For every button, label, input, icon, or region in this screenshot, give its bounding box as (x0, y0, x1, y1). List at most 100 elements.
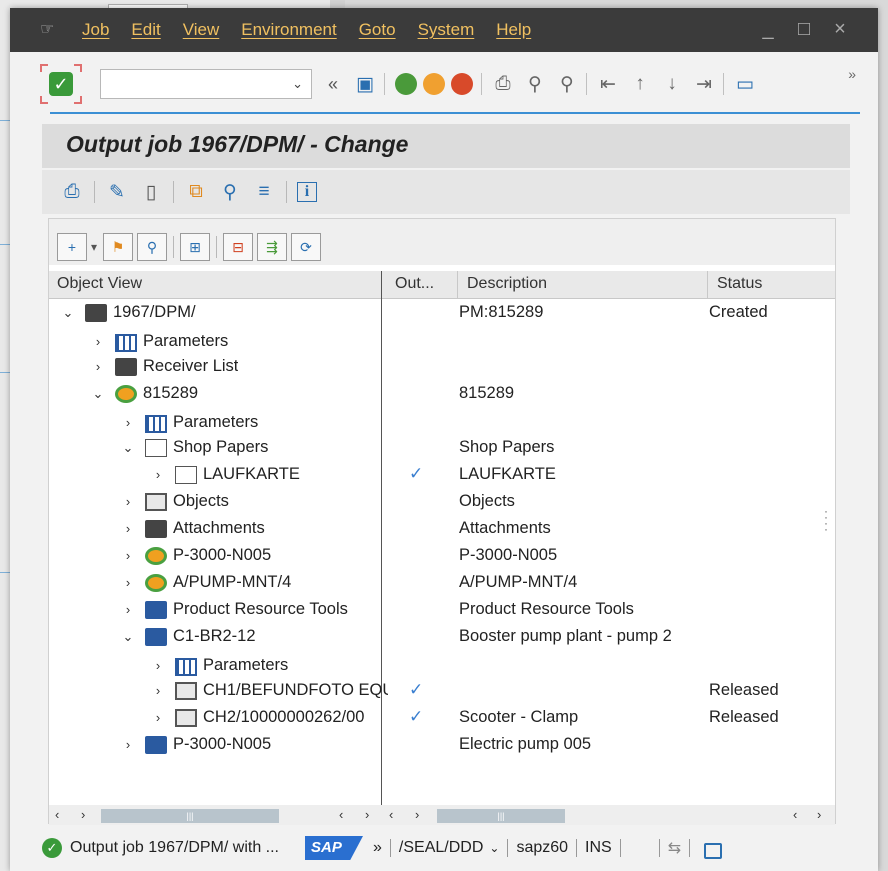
command-field[interactable]: ⌄ (100, 69, 312, 99)
node-label[interactable]: A/PUMP-MNT/4 (173, 573, 291, 592)
filter-icon[interactable]: ≡ (252, 181, 276, 203)
scroll-left-icon[interactable]: ‹ (389, 807, 393, 822)
tree-row[interactable]: › Parameters (49, 328, 835, 355)
print-icon[interactable]: ⎙ (492, 73, 514, 95)
copy-icon[interactable]: ⧉ (184, 181, 208, 203)
expand-icon[interactable]: › (121, 548, 135, 563)
expand-icon[interactable]: › (151, 710, 165, 725)
expand-icon[interactable]: › (151, 467, 165, 482)
save-icon[interactable]: ▣ (354, 73, 376, 96)
collapse-icon[interactable]: ⌄ (121, 629, 135, 645)
previous-page-icon[interactable]: ↑ (629, 73, 651, 95)
scroll-right-icon[interactable]: › (817, 807, 821, 822)
menu-system[interactable]: System (418, 20, 475, 40)
tree-row[interactable]: › Receiver List (49, 355, 835, 382)
column-status[interactable]: Status (717, 275, 762, 293)
enter-button[interactable]: ✓ (40, 64, 82, 104)
node-label[interactable]: CH1/BEFUNDFOTO EQUI (203, 681, 388, 700)
expand-icon[interactable]: › (91, 359, 105, 374)
tree-row[interactable]: › CH1/BEFUNDFOTO EQUI ✓ Released (49, 679, 835, 706)
scroll-thumb[interactable]: ||| (101, 809, 279, 823)
chevron-down-icon[interactable]: ⌄ (292, 76, 303, 92)
tree-row[interactable]: › Parameters (49, 409, 835, 436)
input-mode[interactable]: INS (585, 839, 612, 857)
menu-view[interactable]: View (183, 20, 220, 40)
status-more-button[interactable]: » (373, 839, 382, 857)
binoculars-icon[interactable]: ⚲ (218, 181, 242, 204)
zoom-icon[interactable]: ⚲ (137, 233, 168, 261)
scroll-thumb[interactable]: ||| (437, 809, 565, 823)
refresh-icon[interactable]: ⟳ (291, 233, 322, 261)
output-checkbox[interactable]: ✓ (409, 707, 423, 727)
node-label[interactable]: P-3000-N005 (173, 546, 271, 565)
resize-grip-icon[interactable]: · · · · (824, 505, 828, 535)
tree-row[interactable]: › Objects Objects (49, 490, 835, 517)
horizontal-scrollbar[interactable]: ‹ › ||| ‹ › ‹ › ||| ‹ › (49, 805, 835, 825)
node-label[interactable]: CH2/10000000262/00 (203, 708, 364, 727)
scroll-left-icon[interactable]: ‹ (793, 807, 797, 822)
print-icon[interactable]: ⎙ (60, 181, 84, 203)
lock-icon[interactable] (704, 843, 723, 859)
window-menu-icon[interactable]: ☞ (40, 22, 60, 38)
find-icon[interactable]: ⚲ (524, 73, 546, 96)
menu-environment[interactable]: Environment (241, 20, 336, 40)
column-object-view[interactable]: Object View (57, 275, 142, 293)
status-message[interactable]: Output job 1967/DPM/ with ... (70, 839, 279, 857)
column-description[interactable]: Description (467, 275, 547, 293)
back-icon[interactable] (395, 73, 417, 95)
tree-row[interactable]: ⌄ Shop Papers Shop Papers (49, 436, 835, 463)
tree-row[interactable]: › A/PUMP-MNT/4 A/PUMP-MNT/4 (49, 571, 835, 598)
expand-icon[interactable]: › (121, 415, 135, 430)
expand-icon[interactable]: › (121, 521, 135, 536)
node-label[interactable]: Product Resource Tools (173, 600, 348, 619)
output-checkbox[interactable]: ✓ (409, 464, 423, 484)
exit-icon[interactable] (423, 73, 445, 95)
expand-icon[interactable]: › (151, 683, 165, 698)
tree-row[interactable]: ⌄ C1-BR2-12 Booster pump plant - pump 2 (49, 625, 835, 652)
tree-row[interactable]: › Attachments Attachments (49, 517, 835, 544)
display-change-icon[interactable]: ✎ (105, 181, 129, 204)
expand-icon[interactable]: › (121, 494, 135, 509)
find-next-icon[interactable]: ⚲ (556, 73, 578, 96)
maximize-button[interactable]: □ (794, 18, 814, 41)
node-label[interactable]: Shop Papers (173, 438, 268, 457)
expand-all-icon[interactable]: ⊞ (180, 233, 211, 261)
output-checkbox[interactable]: ✓ (409, 680, 423, 700)
info-icon[interactable]: i (297, 182, 317, 202)
tree-row[interactable]: ⌄ 815289 815289 (49, 382, 835, 409)
expand-icon[interactable]: › (151, 658, 165, 673)
assign-icon[interactable]: ⇶ (257, 233, 288, 261)
scroll-right-icon[interactable]: › (415, 807, 419, 822)
node-label[interactable]: LAUFKARTE (203, 465, 300, 484)
column-output[interactable]: Out... (395, 275, 434, 293)
menu-help[interactable]: Help (496, 20, 531, 40)
flag-icon[interactable]: ⚑ (103, 233, 134, 261)
menu-job[interactable]: Job (82, 20, 109, 40)
next-page-icon[interactable]: ↓ (661, 73, 683, 95)
node-label[interactable]: Parameters (203, 656, 288, 675)
tree-row[interactable]: › Parameters (49, 652, 835, 679)
menu-goto[interactable]: Goto (359, 20, 396, 40)
new-session-icon[interactable]: ▭ (734, 73, 756, 96)
close-button[interactable]: × (830, 18, 850, 41)
minimize-button[interactable]: _ (758, 18, 778, 41)
tree-row[interactable]: › P-3000-N005 Electric pump 005 (49, 733, 835, 760)
collapse-icon[interactable]: ⌄ (61, 305, 75, 321)
delete-node-icon[interactable]: ⊟ (223, 233, 254, 261)
collapse-icon[interactable]: ⌄ (91, 386, 105, 402)
node-label[interactable]: 1967/DPM/ (113, 303, 196, 322)
cancel-icon[interactable] (451, 73, 473, 95)
tree-row[interactable]: › LAUFKARTE ✓ LAUFKARTE (49, 463, 835, 490)
node-label[interactable]: P-3000-N005 (173, 735, 271, 754)
collapse-icon[interactable]: ⌄ (121, 440, 135, 456)
system-info[interactable]: /SEAL/DDD (399, 839, 483, 857)
node-label[interactable]: C1-BR2-12 (173, 627, 256, 646)
node-label[interactable]: Parameters (143, 332, 228, 351)
node-label[interactable]: Receiver List (143, 357, 238, 376)
tree-row[interactable]: › Product Resource Tools Product Resource … (49, 598, 835, 625)
add-node-icon[interactable]: + (57, 233, 87, 261)
node-label[interactable]: 815289 (143, 384, 198, 403)
tree-row[interactable]: ⌄ 1967/DPM/PM:815289 Created (49, 301, 835, 328)
node-label[interactable]: Objects (173, 492, 229, 511)
menu-edit[interactable]: Edit (131, 20, 160, 40)
